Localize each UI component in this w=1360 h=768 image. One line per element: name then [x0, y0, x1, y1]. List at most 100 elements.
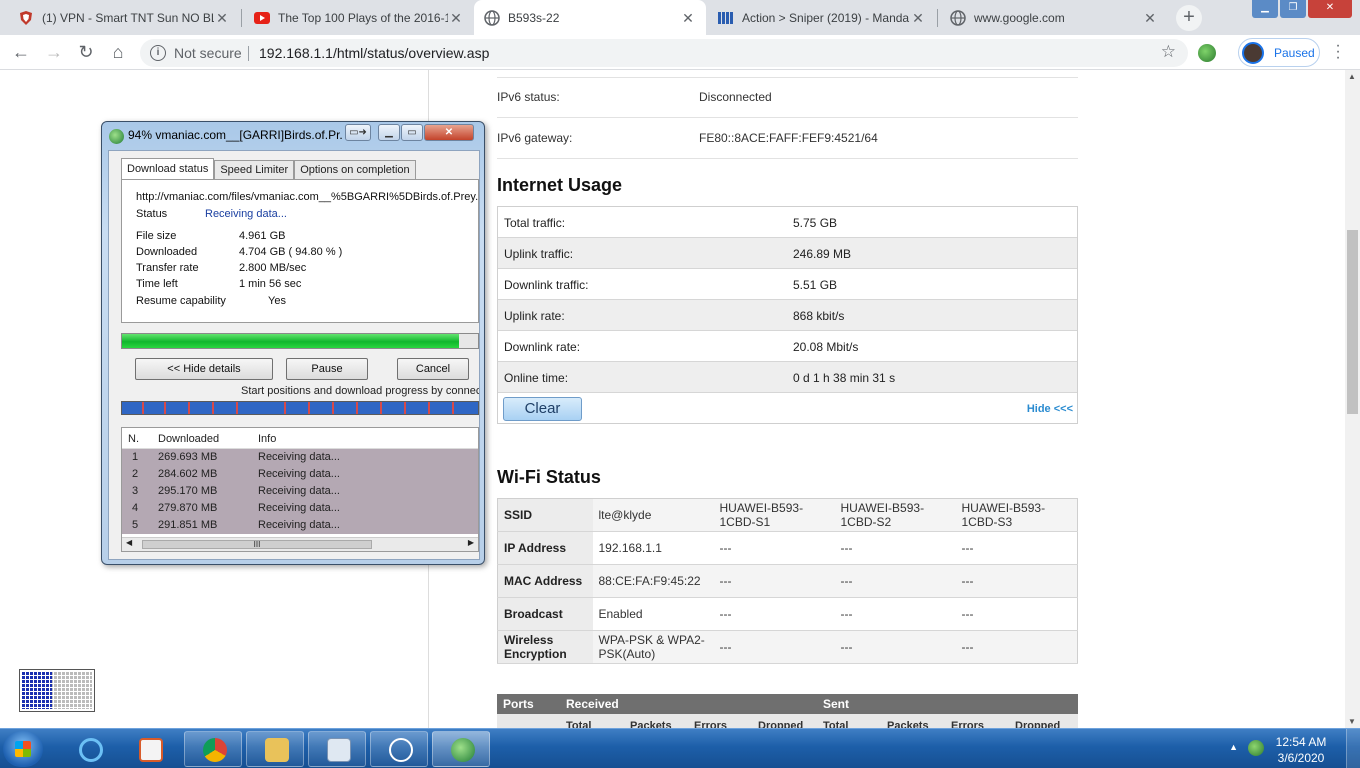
list-item[interactable]: 5 291.851 MB Receiving data... [122, 517, 478, 534]
close-window-button[interactable]: ✕ [1308, 0, 1352, 18]
tab-movie[interactable]: Action > Sniper (2019) - Manda ✕ [708, 0, 936, 35]
connection-number: 1 [132, 451, 139, 463]
close-tab-icon[interactable]: ✕ [448, 10, 464, 26]
usage-footer: Clear Hide <<< [498, 393, 1077, 423]
browser-toolbar: ← → ↻ ⌂ i Not secure 192.168.1.1/html/st… [0, 35, 1360, 70]
ipv6-gateway-label: IPv6 gateway: [497, 131, 573, 145]
minimize-button[interactable]: ▁ [1252, 0, 1278, 18]
connection-marker [380, 402, 382, 414]
tab-download-status[interactable]: Download status [121, 158, 215, 179]
menu-icon[interactable]: · · · [1332, 38, 1344, 66]
extension-icon[interactable] [1198, 44, 1216, 62]
avatar [1242, 41, 1264, 64]
list-item[interactable]: 4 279.870 MB Receiving data... [122, 500, 478, 517]
scroll-up-icon[interactable]: ▲ [1348, 72, 1356, 81]
table-cell: 88:CE:FA:F9:45:22 [592, 564, 714, 598]
tab-youtube[interactable]: The Top 100 Plays of the 2016-1 ✕ [244, 0, 474, 35]
notepad-icon[interactable] [308, 731, 366, 767]
list-header: N. Downloaded Info [122, 428, 478, 449]
scrollbar-thumb[interactable]: III [142, 540, 372, 549]
scrollbar-thumb[interactable] [1347, 230, 1358, 414]
table-row: SSID lte@klyde HUAWEI-B593-1CBD-S1 HUAWE… [497, 498, 1078, 532]
usage-row: Downlink traffic: 5.51 GB [498, 269, 1077, 300]
tab-title: (1) VPN - Smart TNT Sun NO BL [42, 10, 214, 25]
home-icon[interactable]: ⌂ [106, 41, 130, 65]
usage-label: Downlink traffic: [504, 278, 589, 292]
close-tab-icon[interactable]: ✕ [1142, 10, 1158, 26]
maximize-button[interactable]: ▭ [401, 124, 423, 141]
clear-button[interactable]: Clear [503, 397, 582, 421]
tab-strip: (1) VPN - Smart TNT Sun NO BL ✕ The Top … [0, 0, 1360, 35]
address-bar[interactable]: i Not secure 192.168.1.1/html/status/ove… [140, 39, 1188, 67]
chrome-icon[interactable] [184, 731, 242, 767]
column-header: Errors [694, 720, 728, 728]
tab-google[interactable]: www.google.com ✕ [940, 0, 1168, 35]
globe-icon [484, 9, 500, 26]
column-header: Packets [630, 720, 672, 728]
connection-marker [404, 402, 406, 414]
column-header: Total [566, 720, 592, 728]
internet-explorer-icon[interactable] [60, 731, 118, 767]
start-button[interactable] [3, 731, 43, 767]
show-desktop-button[interactable] [1346, 729, 1360, 768]
file-explorer-icon[interactable] [246, 731, 304, 767]
minimize-button[interactable]: ▁ [378, 124, 400, 141]
bookmark-star-icon[interactable]: ☆ [1161, 42, 1176, 62]
column-header: Info [258, 433, 277, 445]
cancel-button[interactable]: Cancel [397, 358, 469, 380]
usage-label: Downlink rate: [504, 340, 581, 354]
list-item[interactable]: 3 295.170 MB Receiving data... [122, 483, 478, 500]
scroll-down-icon[interactable]: ▼ [1348, 717, 1356, 726]
scroll-left-icon[interactable]: ◀ [126, 538, 132, 547]
close-tab-icon[interactable]: ✕ [680, 10, 696, 26]
list-item[interactable]: 2 284.602 MB Receiving data... [122, 466, 478, 483]
network-meter-widget[interactable] [19, 669, 95, 712]
download-url: http://vmaniac.com/files/vmaniac.com__%5… [136, 191, 479, 203]
table-cell: --- [713, 597, 835, 631]
close-window-button[interactable]: ✕ [424, 124, 474, 141]
profile-button[interactable]: Paused [1238, 38, 1320, 67]
tray-expand-icon[interactable]: ▲ [1229, 742, 1238, 752]
pause-button[interactable]: Pause [286, 358, 368, 380]
close-tab-icon[interactable]: ✕ [214, 10, 230, 26]
scroll-right-icon[interactable]: ▶ [468, 538, 474, 547]
restore-arrow-icon[interactable]: ▭➜ [345, 124, 371, 141]
list-item[interactable]: 1 269.693 MB Receiving data... [122, 449, 478, 466]
tab-speed-limiter[interactable]: Speed Limiter [214, 160, 295, 179]
tab-options-on-completion[interactable]: Options on completion [294, 160, 416, 179]
windows-logo-icon [15, 741, 31, 757]
idm-icon[interactable] [432, 731, 490, 767]
broadcast-label: Broadcast [497, 597, 593, 631]
list-horizontal-scrollbar[interactable]: ◀ III ▶ [122, 537, 478, 551]
maximize-button[interactable]: ❐ [1280, 0, 1306, 18]
idm-globe-icon [109, 129, 124, 144]
back-icon[interactable]: ← [9, 41, 33, 65]
media-player-icon[interactable] [120, 731, 178, 767]
forward-icon[interactable]: → [42, 41, 66, 65]
url-text[interactable]: 192.168.1.1/html/status/overview.asp [259, 45, 489, 61]
table-cell: 192.168.1.1 [592, 531, 714, 565]
usage-value: 5.75 GB [793, 216, 838, 230]
column-header: N. [128, 433, 139, 445]
connections-note: Start positions and download progress by… [241, 385, 479, 397]
connection-info: Receiving data... [258, 451, 340, 463]
column-header: Dropped [1015, 720, 1061, 728]
connection-downloaded: 295.170 MB [158, 485, 218, 497]
column-header: Errors [951, 720, 985, 728]
tab-router[interactable]: B593s-22 ✕ [474, 0, 706, 35]
clock-time: 12:54 AM [1275, 735, 1327, 749]
reload-icon[interactable]: ↻ [74, 41, 98, 65]
file-size-label: File size [136, 230, 177, 242]
tab-vpn[interactable]: (1) VPN - Smart TNT Sun NO BL ✕ [8, 0, 240, 35]
close-tab-icon[interactable]: ✕ [910, 10, 926, 26]
clock[interactable]: 12:54 AM 3/6/2020 [1266, 734, 1336, 766]
info-icon[interactable]: i [150, 45, 166, 61]
app-icon[interactable] [370, 731, 428, 767]
new-tab-button[interactable]: + [1176, 5, 1202, 31]
hide-details-button[interactable]: << Hide details [135, 358, 273, 380]
hide-link[interactable]: Hide <<< [1027, 403, 1073, 415]
ipv6-status-row: IPv6 status: Disconnected [497, 77, 1078, 118]
transfer-rate-label: Transfer rate [136, 262, 199, 274]
page-scrollbar[interactable]: ▲ ▼ [1345, 70, 1360, 728]
network-icon[interactable] [1248, 740, 1264, 756]
